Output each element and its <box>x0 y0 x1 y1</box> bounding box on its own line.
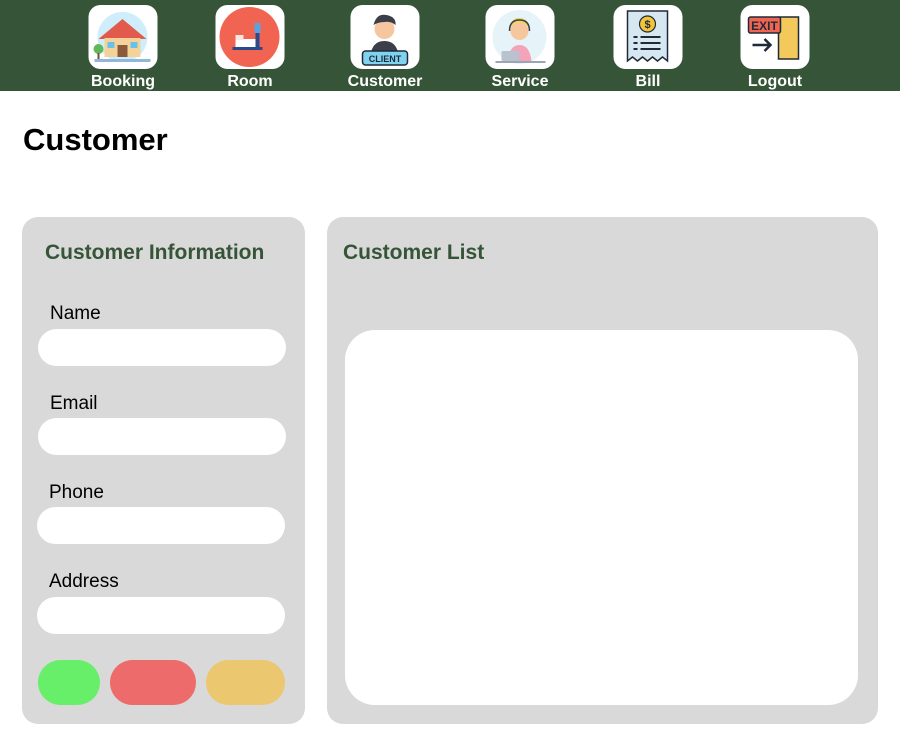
customer-information-panel: Customer Information Name Email Phone Ad… <box>22 217 305 724</box>
nav-label-room: Room <box>227 73 273 90</box>
svg-text:EXIT: EXIT <box>751 19 778 33</box>
nav-label-customer: Customer <box>347 73 423 90</box>
nav-item-bill[interactable]: $ Bill <box>593 0 703 91</box>
nav-label-service: Service <box>491 73 549 90</box>
customer-list-area[interactable] <box>345 330 858 705</box>
address-input[interactable] <box>37 597 285 634</box>
nav-label-booking: Booking <box>91 73 155 90</box>
nav-item-room[interactable]: Room <box>195 0 305 91</box>
client-icon: CLIENT <box>350 5 420 69</box>
customer-list-title: Customer List <box>343 241 485 264</box>
delete-button[interactable] <box>110 660 196 705</box>
phone-label: Phone <box>49 482 104 503</box>
address-label: Address <box>49 571 119 592</box>
svg-text:CLIENT: CLIENT <box>369 54 402 64</box>
nav-item-service[interactable]: Service <box>465 0 575 91</box>
customer-list-panel: Customer List <box>327 217 878 724</box>
nav-item-logout[interactable]: EXIT Logout <box>720 0 830 91</box>
nav-label-logout: Logout <box>747 73 803 90</box>
svg-text:$: $ <box>644 19 650 31</box>
email-label: Email <box>50 393 98 414</box>
top-nav-bar: Booking Room CLIENT Customer Service $ B… <box>0 0 900 91</box>
page-title: Customer <box>23 122 168 157</box>
bed-icon <box>215 5 285 69</box>
house-icon <box>88 5 158 69</box>
nav-label-bill: Bill <box>635 73 661 90</box>
phone-input[interactable] <box>37 507 285 544</box>
email-input[interactable] <box>38 418 286 455</box>
nav-item-customer[interactable]: CLIENT Customer <box>330 0 440 91</box>
receipt-icon: $ <box>613 5 683 69</box>
support-agent-icon <box>485 5 555 69</box>
name-label: Name <box>50 303 101 324</box>
add-button[interactable] <box>38 660 100 705</box>
nav-item-booking[interactable]: Booking <box>68 0 178 91</box>
update-button[interactable] <box>206 660 285 705</box>
customer-information-title: Customer Information <box>45 241 265 264</box>
exit-door-icon: EXIT <box>740 5 810 69</box>
name-input[interactable] <box>38 329 286 366</box>
